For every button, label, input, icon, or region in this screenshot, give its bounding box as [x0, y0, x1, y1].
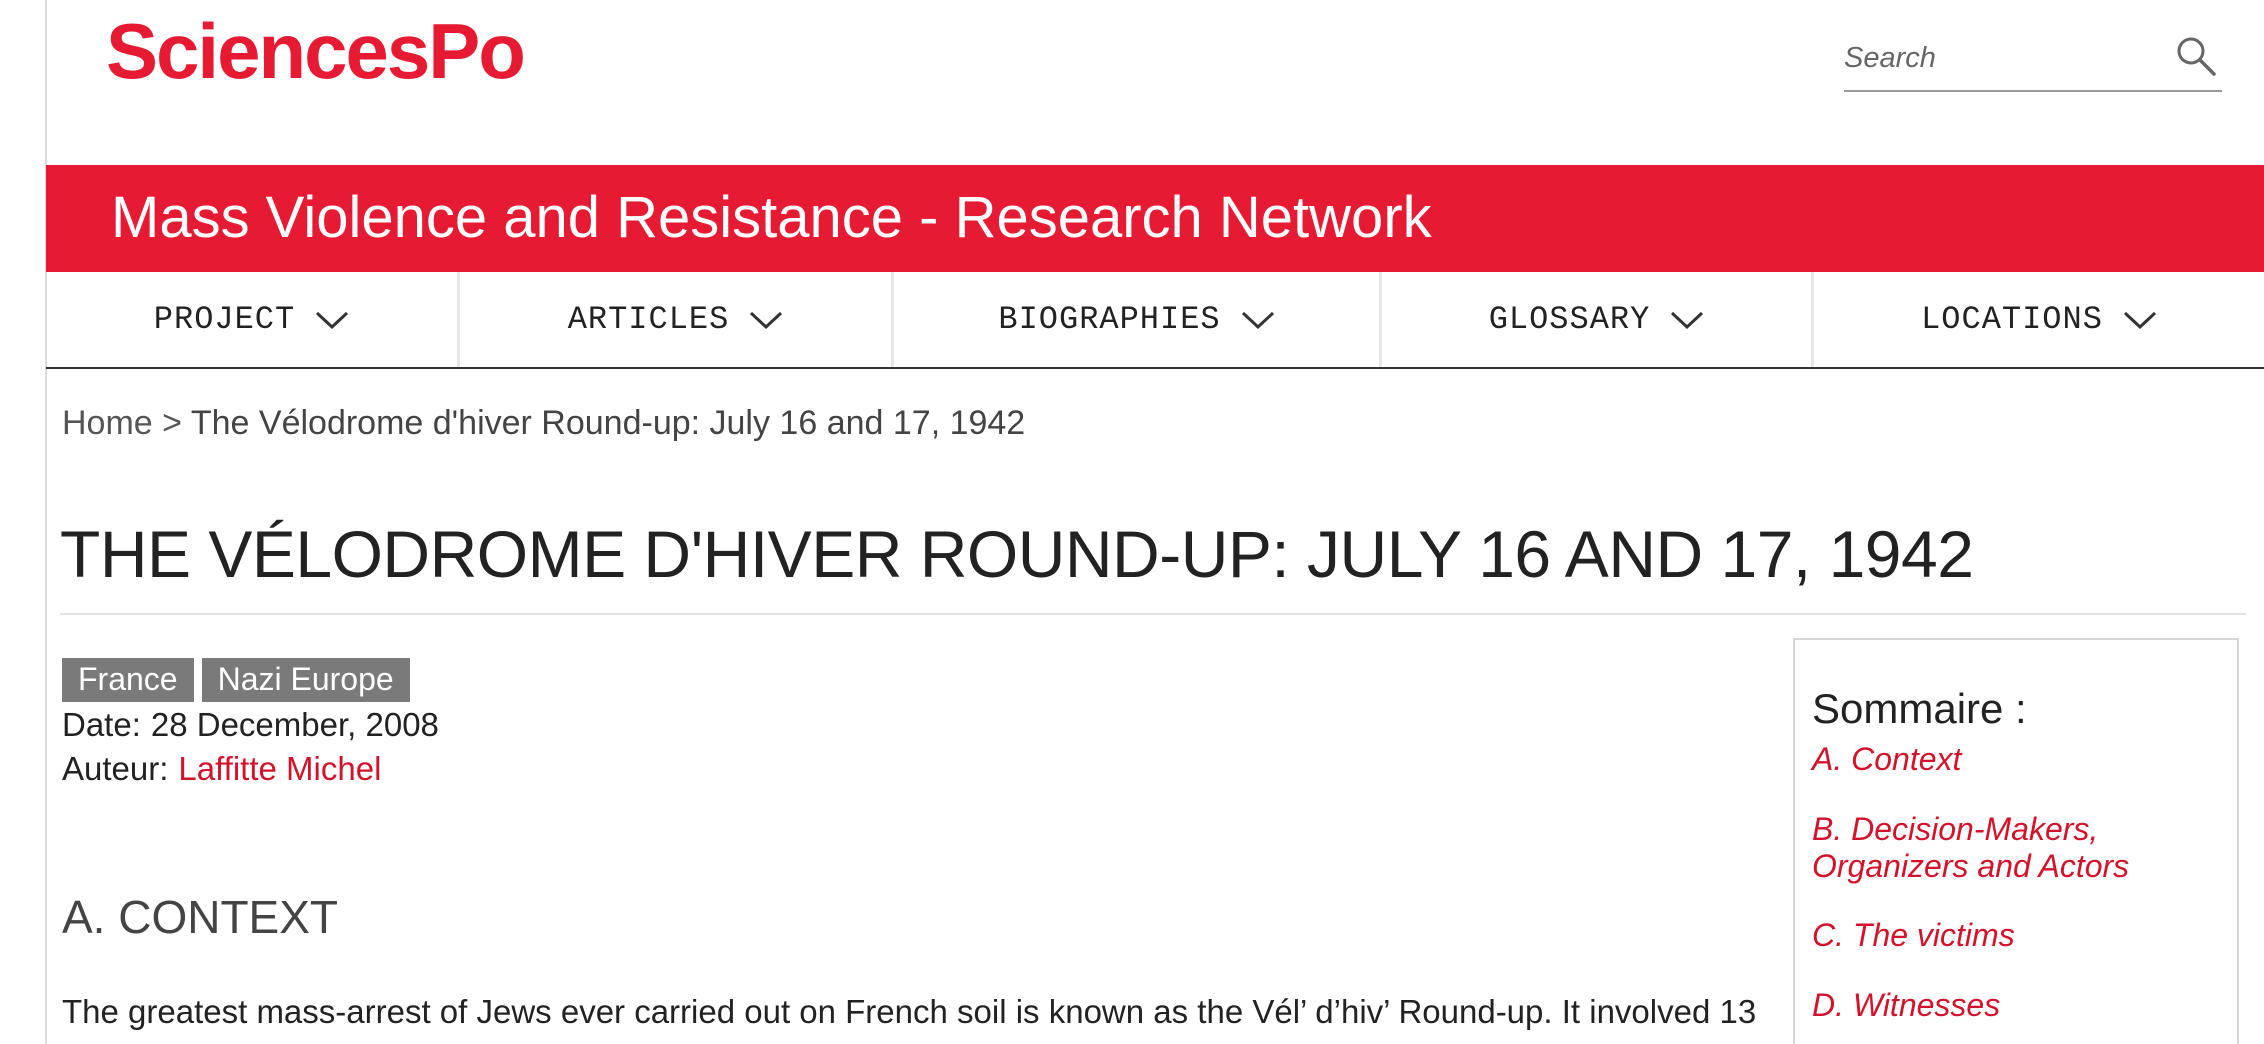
- breadcrumb-home-link[interactable]: Home: [62, 404, 153, 442]
- section-heading: A. CONTEXT: [62, 891, 339, 943]
- tag-nazi-europe[interactable]: Nazi Europe: [201, 658, 410, 702]
- nav-item-biographies[interactable]: BIOGRAPHIES: [894, 272, 1382, 367]
- article-date: Date: 28 December, 2008: [62, 706, 439, 744]
- chevron-down-icon: [1241, 311, 1274, 329]
- author-label: Auteur:: [62, 750, 169, 787]
- toc-link-decision-makers[interactable]: B. Decision-Makers, Organizers and Actor…: [1812, 811, 2222, 885]
- nav-item-articles[interactable]: ARTICLES: [460, 272, 894, 367]
- breadcrumb-current: The Vélodrome d'hiver Round-up: July 16 …: [190, 404, 1026, 442]
- nav-label: PROJECT: [153, 301, 296, 338]
- site-banner: Mass Violence and Resistance - Research …: [46, 165, 2264, 272]
- tag-list: France Nazi Europe: [62, 658, 410, 702]
- nav-label: GLOSSARY: [1488, 301, 1651, 338]
- toc-link-context[interactable]: A. Context: [1812, 741, 2222, 778]
- search-input[interactable]: [1844, 36, 2144, 80]
- date-label: Date:: [62, 706, 141, 743]
- nav-label: BIOGRAPHIES: [998, 301, 1221, 338]
- chevron-down-icon: [750, 311, 783, 329]
- chevron-down-icon: [2123, 311, 2156, 329]
- chevron-down-icon: [1671, 311, 1704, 329]
- article-paragraph: The greatest mass-arrest of Jews ever ca…: [62, 993, 1757, 1030]
- title-divider: [60, 613, 2246, 615]
- tag-france[interactable]: France: [62, 658, 194, 702]
- nav-item-locations[interactable]: LOCATIONS: [1814, 272, 2264, 367]
- article-author: Auteur: Laffitte Michel: [62, 750, 381, 788]
- toc-link-victims[interactable]: C. The victims: [1812, 917, 2222, 954]
- date-value: 28 December, 2008: [150, 706, 439, 743]
- author-link[interactable]: Laffitte Michel: [178, 750, 381, 787]
- breadcrumb-separator: >: [162, 404, 183, 442]
- table-of-contents: Sommaire : A. Context B. Decision-Makers…: [1793, 638, 2239, 1044]
- page-title: THE VÉLODROME D'HIVER ROUND-UP: JULY 16 …: [60, 517, 1974, 591]
- left-border: [45, 0, 47, 1044]
- nav-label: LOCATIONS: [1921, 301, 2103, 338]
- sciencespo-logo[interactable]: SciencesPo: [106, 12, 526, 90]
- nav-label: ARTICLES: [567, 301, 730, 338]
- nav-item-project[interactable]: PROJECT: [46, 272, 460, 367]
- nav-item-glossary[interactable]: GLOSSARY: [1382, 272, 1814, 367]
- toc-link-witnesses[interactable]: D. Witnesses: [1812, 987, 2222, 1024]
- search-box: [1844, 28, 2222, 92]
- main-nav: PROJECT ARTICLES BIOGRAPHIES GLOSSARY LO…: [46, 272, 2264, 369]
- toc-title: Sommaire :: [1812, 685, 2027, 732]
- page: SciencesPo Mass Violence and Resistance …: [0, 0, 2264, 1044]
- chevron-down-icon: [316, 311, 349, 329]
- banner-title[interactable]: Mass Violence and Resistance - Research …: [111, 185, 1432, 252]
- breadcrumb: Home > The Vélodrome d'hiver Round-up: J…: [62, 404, 1025, 443]
- search-icon[interactable]: [2174, 34, 2218, 78]
